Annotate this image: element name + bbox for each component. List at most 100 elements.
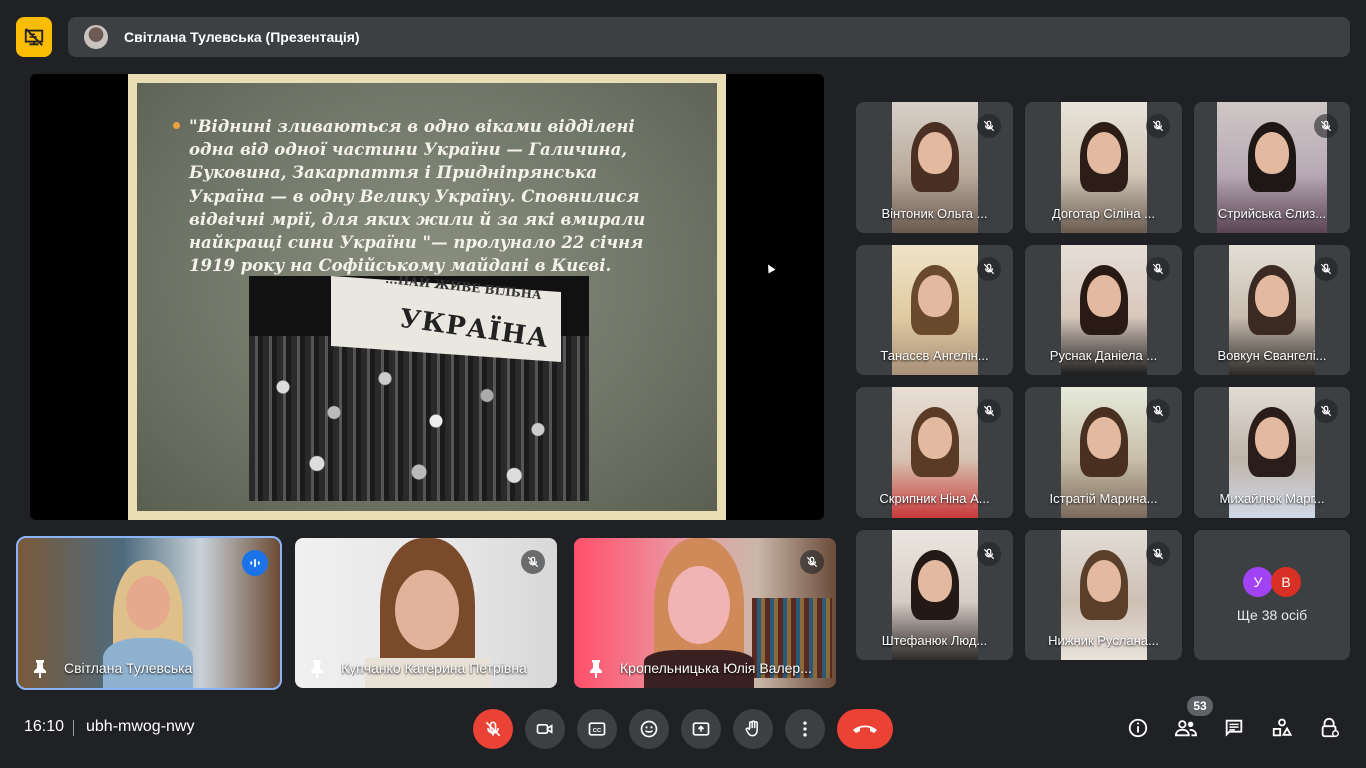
more-options-button[interactable] [785,709,825,749]
participant-tile[interactable]: Танасєв Ангелін... [856,245,1013,375]
participant-tile[interactable]: Істратій Марина... [1025,387,1182,518]
participant-tile[interactable]: Скрипник Ніна А... [856,387,1013,518]
participant-face [917,417,952,459]
presentation-stage[interactable]: "Віднині зливаються в одно віками відділ… [30,74,824,520]
present-now-button[interactable] [681,709,721,749]
info-icon [1128,718,1148,738]
mic-off-icon [977,542,1001,566]
participant-face [1255,417,1289,459]
presenter-title: Світлана Тулевська (Презентація) [124,29,360,45]
chat-button[interactable] [1220,714,1248,742]
participant-face [917,560,952,602]
camera-toggle-button[interactable] [525,709,565,749]
more-options-icon [803,721,807,737]
captions-button[interactable]: CC [577,709,617,749]
participant-tile[interactable]: Доготар Сіліна ... [1025,102,1182,233]
participant-face [1255,275,1289,317]
featured-tile-presenter[interactable]: Світлана Тулевська [16,536,282,690]
host-controls-icon [1321,717,1339,738]
activities-button[interactable] [1268,714,1296,742]
people-button[interactable] [1172,714,1200,742]
raise-hand-icon [745,720,758,737]
slide-historical-photo: ...НАЙ ЖИВЕ ВІЛЬНА УКРАЇНА [249,276,589,501]
participant-face [917,132,952,174]
mic-off-icon [1314,114,1338,138]
svg-text:CC: CC [593,728,602,734]
captions-icon: CC [588,722,606,736]
mic-off-icon [1146,399,1170,423]
participant-name: Стрийська Єлиз... [1217,206,1327,221]
participant-tile[interactable]: Михайлюк Марг... [1194,387,1350,518]
participant-name: Кропельницька Юлія Валер... [620,660,812,676]
presenter-avatar [84,25,108,49]
participant-name: Світлана Тулевська [64,660,193,676]
mic-off-icon [977,257,1001,281]
participant-tile[interactable]: Нижник Руслана... [1025,530,1182,660]
present-icon [692,722,710,736]
footer-separator [73,720,74,736]
participant-name: Істратій Марина... [1049,491,1158,506]
slide-quote-text: "Віднині зливаються в одно віками відділ… [189,117,646,276]
participant-name: Купчанко Катерина Петрівна [341,660,527,676]
participant-face [1086,275,1121,317]
avatar: В [1271,567,1301,597]
pin-icon[interactable] [309,658,325,678]
participant-tile[interactable]: Вінтоник Ольга ... [856,102,1013,233]
mic-off-icon [800,550,824,574]
mic-off-icon [521,550,545,574]
participants-count-badge: 53 [1187,696,1213,716]
participant-face [1086,417,1121,459]
speaking-icon [242,550,268,576]
featured-tile[interactable]: Кропельницька Юлія Валер... [574,538,836,688]
leave-call-button[interactable] [837,709,893,749]
emoji-icon [640,720,658,738]
hang-up-icon [853,725,877,733]
participant-name: Михайлюк Марг... [1219,491,1325,506]
presenter-title-bar: Світлана Тулевська (Презентація) [68,17,1350,57]
participant-name: Вінтоник Ольга ... [881,206,988,221]
slide: "Віднині зливаються в одно віками відділ… [128,74,726,520]
participant-face [1255,132,1289,174]
meeting-time: 16:10 [24,718,65,735]
participant-name: Вовкун Євангелі... [1217,348,1327,363]
participant-tile[interactable]: Штефанюк Люд... [856,530,1013,660]
participant-tile[interactable]: Вовкун Євангелі... [1194,245,1350,375]
more-participants-tile[interactable]: У В Ще 38 осіб [1194,530,1350,660]
participant-face [1086,560,1121,602]
mic-off-icon [977,399,1001,423]
mic-off-icon [1146,114,1170,138]
mic-toggle-button[interactable] [473,709,513,749]
participant-tile[interactable]: Стрийська Єлиз... [1194,102,1350,233]
reactions-button[interactable] [629,709,669,749]
participant-name: Руснак Даніела ... [1049,348,1158,363]
meeting-code: ubh-mwog-nwy [86,718,195,735]
mic-off-icon [1314,399,1338,423]
host-controls-button[interactable] [1316,714,1344,742]
participant-face [395,570,459,650]
participant-name: Доготар Сіліна ... [1051,206,1156,221]
mic-off-icon [977,114,1001,138]
participant-name: Нижник Руслана... [1048,633,1159,648]
mic-off-icon [485,721,501,737]
presentation-off-icon[interactable] [16,17,52,57]
photo-crowd [249,336,589,501]
meeting-details-button[interactable] [1124,714,1152,742]
activities-icon [1272,718,1293,737]
avatar: У [1243,567,1273,597]
people-icon [1174,720,1198,737]
featured-tile[interactable]: Купчанко Катерина Петрівна [295,538,557,688]
participant-face [668,566,730,644]
mic-off-icon [1146,542,1170,566]
slide-bullet [173,122,180,129]
participant-face [1086,132,1121,174]
pin-icon[interactable] [32,658,48,678]
participant-tile[interactable]: Руснак Даніела ... [1025,245,1182,375]
more-avatars: У В [1243,567,1301,597]
raise-hand-button[interactable] [733,709,773,749]
slide-content: "Віднині зливаються в одно віками відділ… [137,83,717,511]
participant-name: Штефанюк Люд... [881,633,988,648]
participant-name: Танасєв Ангелін... [880,348,989,363]
more-participants-label: Ще 38 осіб [1236,607,1308,623]
pin-icon[interactable] [588,658,604,678]
participant-name: Скрипник Ніна А... [879,491,990,506]
